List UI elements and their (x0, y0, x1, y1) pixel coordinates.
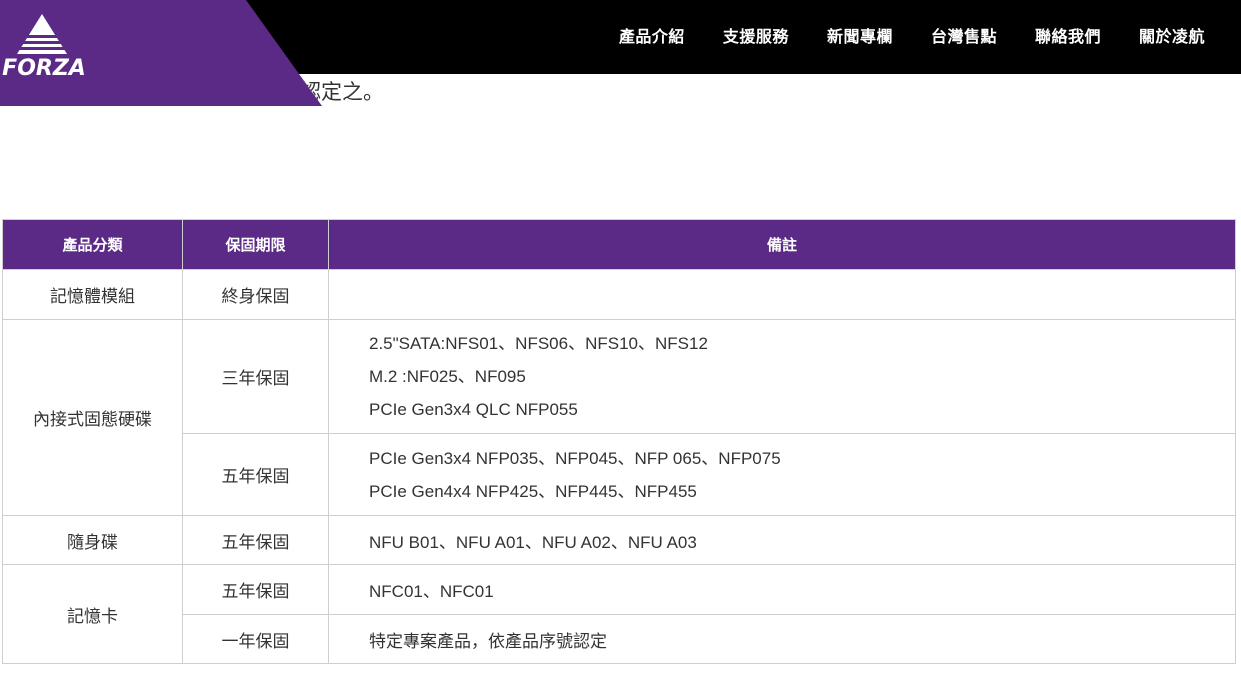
notes-cell (328, 269, 1236, 320)
header-notes: 備註 (328, 219, 1236, 270)
nav-item-support[interactable]: 支援服務 (723, 23, 789, 47)
warranty-cell: 五年保固 (182, 433, 329, 516)
table-row: 記憶卡 五年保固 NFC01、NFC01 (2, 564, 1236, 664)
nav-item-contact[interactable]: 聯絡我們 (1035, 23, 1101, 47)
note-line: M.2 :NF025、NF095 (369, 367, 526, 386)
note-line: 2.5"SATA:NFS01、NFS06、NFS10、NFS12 (369, 334, 708, 353)
warranty-cell: 五年保固 (182, 564, 329, 615)
note-line: PCIe Gen3x4 NFP035、NFP045、NFP 065、NFP075 (369, 448, 781, 468)
notes-cell: NFU B01、NFU A01、NFU A02、NFU A03 (328, 515, 1236, 565)
note-line: PCIe Gen4x4 NFP425、NFP445、NFP455 (369, 481, 697, 501)
nav-item-stores[interactable]: 台灣售點 (931, 23, 997, 47)
notes-cell: PCIe Gen3x4 NFP035、NFP045、NFP 065、NFP075… (328, 433, 1236, 516)
category-cell: 記憶卡 (2, 564, 183, 664)
warranty-cell: 終身保固 (182, 269, 329, 320)
table-row: 一年保固 特定專案產品，依產品序號認定 (3, 614, 1236, 664)
nav-item-news[interactable]: 新聞專欄 (827, 23, 893, 47)
nav-item-products[interactable]: 產品介紹 (619, 23, 685, 47)
warranty-cell: 三年保固 (182, 319, 329, 434)
svg-text:FORZA: FORZA (2, 56, 86, 81)
note-line: PCIe Gen3x4 QLC NFP055 (369, 400, 578, 419)
warranty-cell: 五年保固 (182, 515, 329, 565)
notes-cell: 2.5"SATA:NFS01、NFS06、NFS10、NFS12 M.2 :NF… (328, 319, 1236, 434)
warranty-table: 產品分類 保固期限 備註 記憶體模組 終身保固 內接式固態硬碟 三年保固 2.5… (2, 219, 1236, 664)
notes-cell: 特定專案產品，依產品序號認定 (328, 614, 1236, 664)
notes-cell: NFC01、NFC01 (328, 564, 1236, 615)
header-warranty: 保固期限 (182, 219, 329, 270)
category-cell: 隨身碟 (2, 515, 183, 565)
category-cell: 記憶體模組 (2, 269, 183, 320)
main-nav: 產品介紹 支援服務 新聞專欄 台灣售點 聯絡我們 關於凌航 (581, 0, 1205, 70)
warranty-cell: 一年保固 (182, 614, 329, 664)
category-cell: 內接式固態硬碟 (2, 319, 183, 516)
table-row: 內接式固態硬碟 三年保固 2.5"SATA:NFS01、NFS06、NFS10、… (2, 319, 1236, 516)
table-row: 隨身碟 五年保固 NFU B01、NFU A01、NFU A02、NFU A03 (2, 515, 1236, 565)
table-row: 五年保固 PCIe Gen3x4 NFP035、NFP045、NFP 065、N… (3, 433, 1236, 516)
table-row: 記憶體模組 終身保固 (2, 269, 1236, 320)
table-header-row: 產品分類 保固期限 備註 (2, 219, 1236, 270)
header-category: 產品分類 (2, 219, 183, 270)
forza-logo[interactable]: FORZA (0, 12, 90, 82)
nav-item-about[interactable]: 關於凌航 (1139, 23, 1205, 47)
